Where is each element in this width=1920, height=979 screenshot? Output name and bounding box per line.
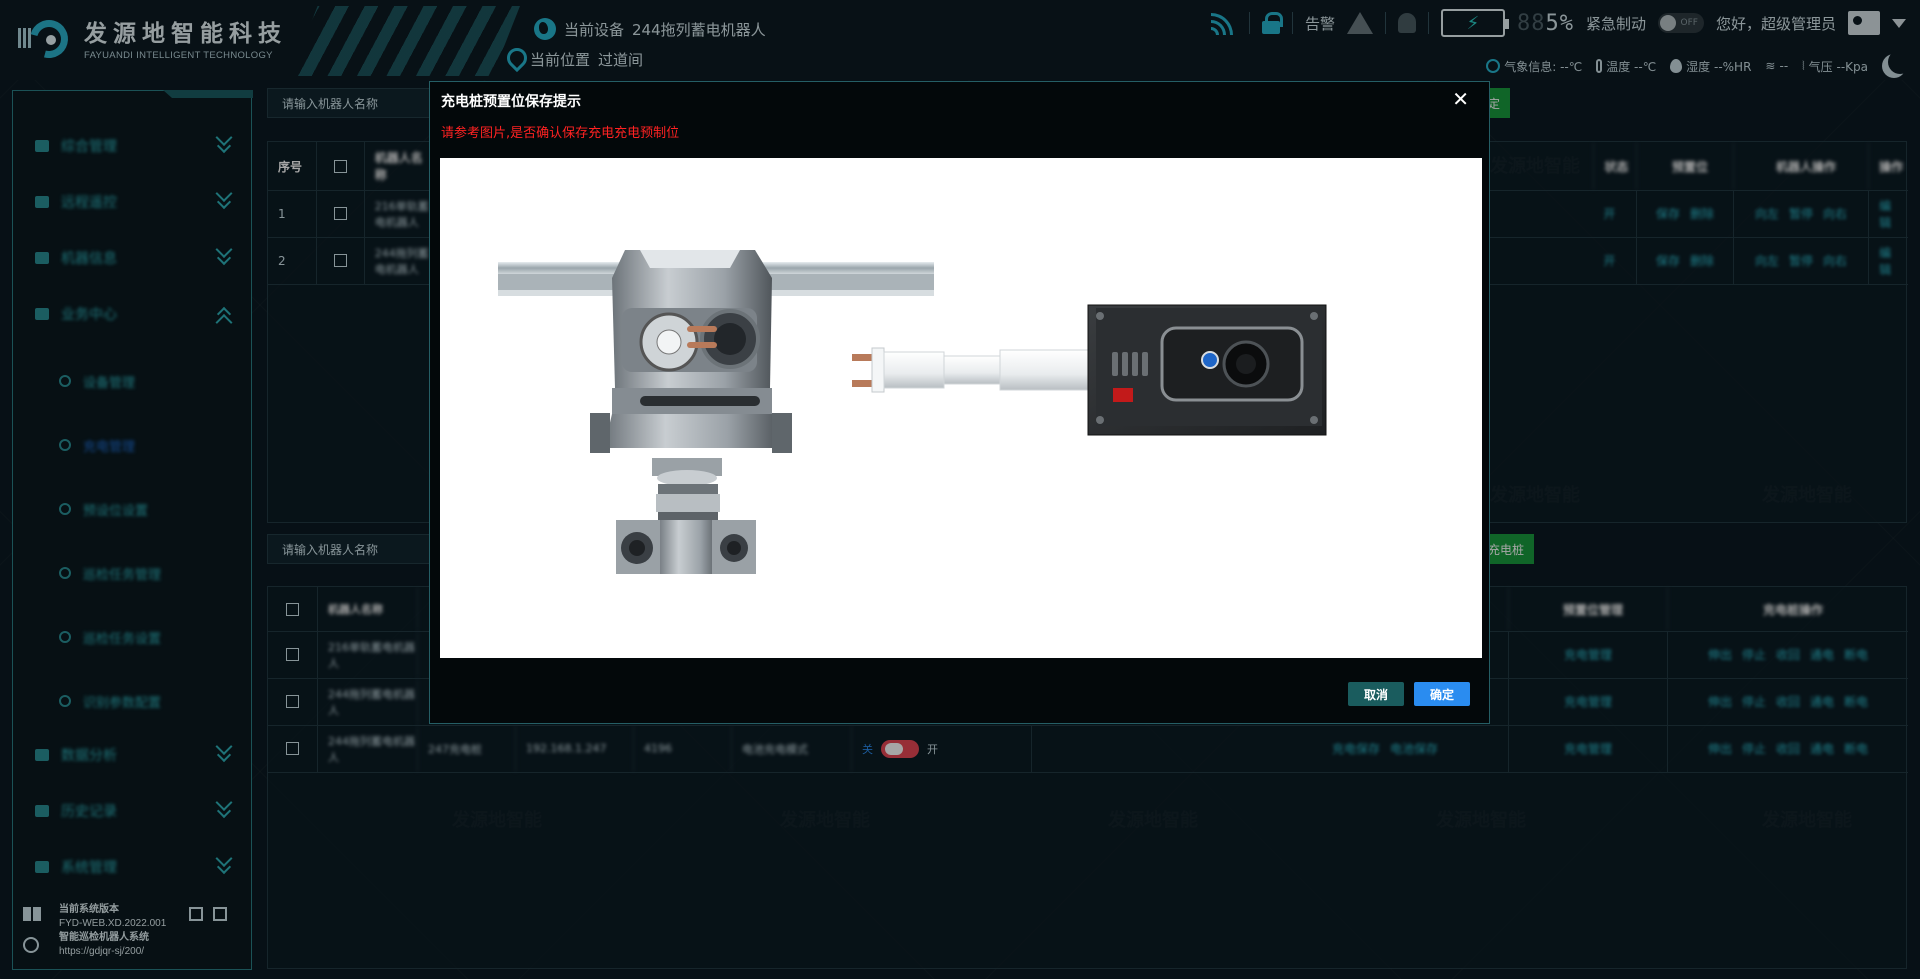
dialog-title: 充电桩预置位保存提示 — [441, 94, 581, 110]
cancel-button[interactable]: 取消 — [1348, 682, 1404, 706]
dialog-message: 请参考图片,是否确认保存充电充电预制位 — [441, 126, 680, 141]
close-icon[interactable]: ✕ — [1452, 87, 1469, 111]
robot-charging-illustration — [498, 250, 1327, 574]
preset-save-dialog: 充电桩预置位保存提示 ✕ 请参考图片,是否确认保存充电充电预制位 取消 确定 — [429, 81, 1490, 724]
confirm-button[interactable]: 确定 — [1414, 682, 1470, 706]
reference-image — [440, 158, 1482, 658]
